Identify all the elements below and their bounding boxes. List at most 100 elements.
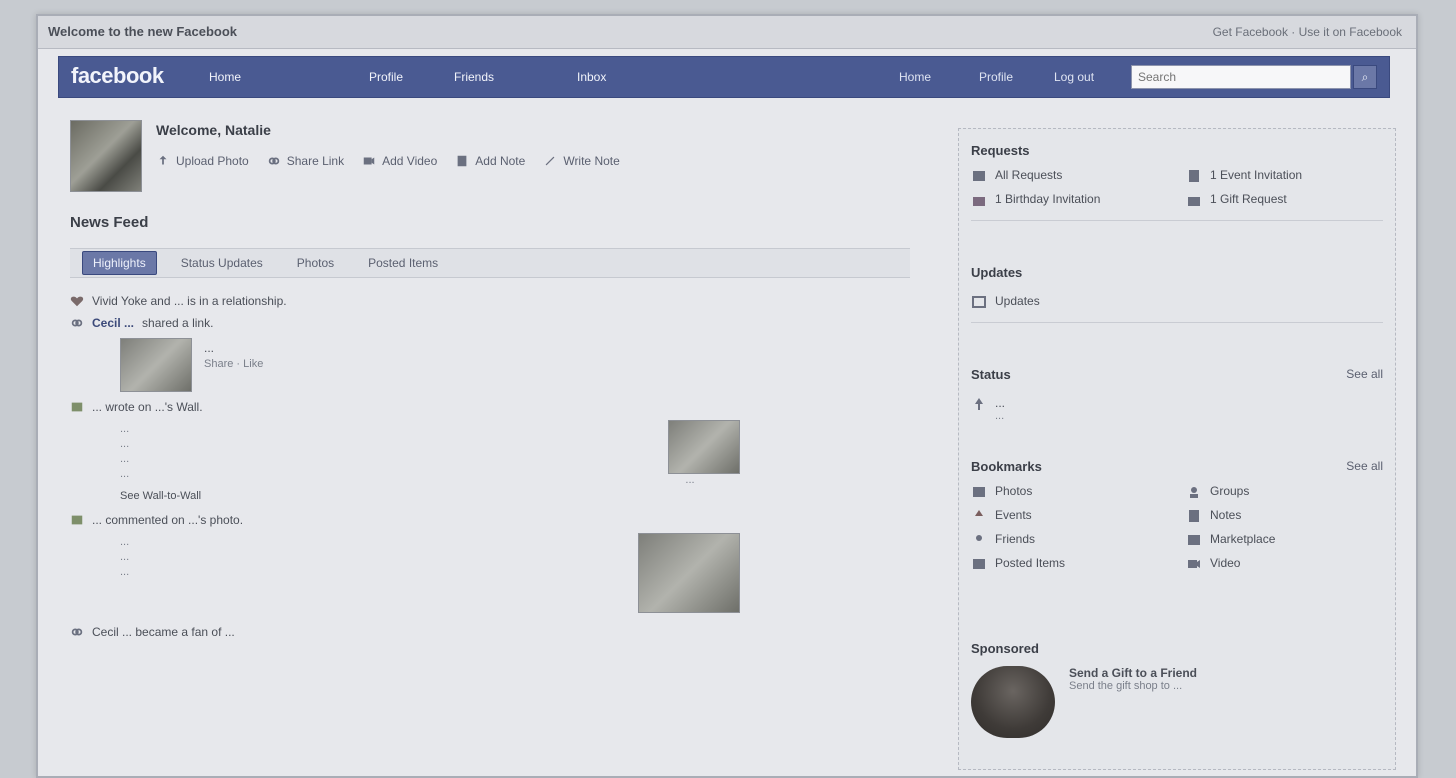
updates-item[interactable]: Updates xyxy=(971,294,1383,310)
window-title: Welcome to the new Facebook xyxy=(48,24,238,39)
story-wall-post: ... wrote on ...'s Wall. ... ... ... ...… xyxy=(70,400,910,505)
status-subtext: ... xyxy=(995,410,1005,422)
nav-link-inbox[interactable]: Inbox xyxy=(577,70,606,84)
story-thumbnail[interactable] xyxy=(120,338,192,392)
preview-line: ... xyxy=(120,536,130,548)
nav-right-profile[interactable]: Profile xyxy=(979,70,1013,84)
preview-line: ... xyxy=(120,438,130,450)
story-text[interactable]: ... commented on ...'s photo. xyxy=(92,513,243,527)
window-title-bar: Welcome to the new Facebook Get Facebook… xyxy=(38,16,1416,49)
wall-thumbnail[interactable] xyxy=(668,420,740,474)
tab-photos[interactable]: Photos xyxy=(287,252,344,274)
bookmarks-section: Bookmarks See all Photos Groups Events N xyxy=(971,459,1383,572)
bookmarks-see-all[interactable]: See all xyxy=(1346,459,1383,473)
story-text[interactable]: Vivid Yoke and ... is in a relationship. xyxy=(92,294,287,308)
request-label: 1 Event Invitation xyxy=(1210,168,1303,182)
bookmark-label: Photos xyxy=(995,484,1033,498)
story-relationship: Vivid Yoke and ... is in a relationship. xyxy=(70,294,910,308)
photo-thumbnail[interactable] xyxy=(638,533,740,613)
status-icon xyxy=(975,398,983,410)
requests-section: Requests All Requests 1 Event Invitation… xyxy=(971,143,1383,221)
bookmark-posted-items[interactable]: Posted Items xyxy=(971,556,1168,572)
search-input[interactable] xyxy=(1131,65,1351,89)
bookmark-groups[interactable]: Groups xyxy=(1186,484,1383,500)
quick-action-label: Add Note xyxy=(475,154,526,168)
quick-action-upload[interactable]: Upload Photo xyxy=(156,154,249,168)
photos-icon xyxy=(973,487,985,497)
bookmark-notes[interactable]: Notes xyxy=(1186,508,1383,524)
requests-grid: All Requests 1 Event Invitation 1 Birthd… xyxy=(971,168,1383,208)
news-feed: Vivid Yoke and ... is in a relationship.… xyxy=(70,286,910,647)
quick-action-label: Write Note xyxy=(563,154,620,168)
tab-status-updates[interactable]: Status Updates xyxy=(171,252,273,274)
status-title: Status xyxy=(971,367,1011,382)
requests-title: Requests xyxy=(971,143,1030,158)
nav-link-profile[interactable]: Profile xyxy=(369,70,403,84)
gift-image[interactable] xyxy=(971,666,1055,738)
request-gift[interactable]: 1 Gift Request xyxy=(1186,192,1383,208)
story-photo-preview: ... ... ... xyxy=(120,533,740,613)
bookmark-label: Video xyxy=(1210,556,1241,570)
photo-preview-text: ... ... ... xyxy=(120,533,500,613)
profile-avatar[interactable] xyxy=(70,120,142,192)
story-actor[interactable]: Cecil ... xyxy=(92,316,134,330)
groups-icon xyxy=(1190,487,1198,498)
request-label: 1 Gift Request xyxy=(1210,192,1287,206)
browser-window: Welcome to the new Facebook Get Facebook… xyxy=(36,14,1418,778)
request-label: 1 Birthday Invitation xyxy=(995,192,1101,206)
story-text[interactable]: Cecil ... became a fan of ... xyxy=(92,625,235,639)
request-all[interactable]: All Requests xyxy=(971,168,1168,184)
nav-right-home[interactable]: Home xyxy=(899,70,931,84)
nav-link-friends[interactable]: Friends xyxy=(454,70,494,84)
quick-action-share-link[interactable]: Share Link xyxy=(267,154,344,168)
quick-action-write-note[interactable]: Write Note xyxy=(543,154,620,168)
story-text[interactable]: ... wrote on ...'s Wall. xyxy=(92,400,203,414)
attachment-title[interactable]: ... xyxy=(204,341,263,355)
notes-icon xyxy=(1189,510,1199,522)
quick-action-add-note[interactable]: Add Note xyxy=(455,154,525,168)
bookmarks-title: Bookmarks xyxy=(971,459,1042,474)
preview-line: ... xyxy=(120,423,130,435)
welcome-text: Welcome, Natalie xyxy=(156,122,271,138)
story-wall-preview: ... ... ... ... See Wall-to-Wall ... xyxy=(120,420,740,505)
bookmark-friends[interactable]: Friends xyxy=(971,532,1168,548)
marketplace-icon xyxy=(1188,535,1200,545)
friends-icon xyxy=(976,535,982,541)
sponsored-body: Send the gift shop to ... xyxy=(1069,680,1183,692)
wall-thumb-block: ... xyxy=(640,420,740,505)
quick-action-add-video[interactable]: Add Video xyxy=(362,154,437,168)
see-wall-to-wall-link[interactable]: See Wall-to-Wall xyxy=(120,490,500,502)
facebook-logo[interactable]: facebook xyxy=(71,63,164,89)
sponsored-headline[interactable]: Send a Gift to a Friend xyxy=(1069,666,1349,680)
events-icon xyxy=(975,510,983,516)
story-fan: Cecil ... became a fan of ... xyxy=(70,625,910,639)
bookmark-label: Marketplace xyxy=(1210,532,1276,546)
bookmark-marketplace[interactable]: Marketplace xyxy=(1186,532,1383,548)
request-label: All Requests xyxy=(995,168,1063,182)
window-title-right: Get Facebook · Use it on Facebook xyxy=(1212,25,1402,39)
status-label: ... xyxy=(995,396,1006,410)
quick-action-label: Add Video xyxy=(382,154,438,168)
tab-highlights[interactable]: Highlights xyxy=(82,251,157,275)
status-item[interactable]: ... ... xyxy=(971,396,1383,422)
photo-icon xyxy=(71,515,83,525)
bookmark-video[interactable]: Video xyxy=(1186,556,1383,572)
bookmark-events[interactable]: Events xyxy=(971,508,1168,524)
status-see-all[interactable]: See all xyxy=(1346,367,1383,381)
link-icon xyxy=(71,319,83,327)
search-button[interactable]: ⌕ xyxy=(1353,65,1377,89)
gift-icon xyxy=(1188,197,1200,206)
request-birthday[interactable]: 1 Birthday Invitation xyxy=(971,192,1168,208)
link-icon xyxy=(71,628,83,636)
nav-right-logout[interactable]: Log out xyxy=(1054,70,1094,84)
nav-link-home[interactable]: Home xyxy=(209,70,241,84)
tab-posted-items[interactable]: Posted Items xyxy=(358,252,448,274)
updates-icon xyxy=(972,296,986,308)
sponsored-title: Sponsored xyxy=(971,641,1039,656)
sidebar-divider xyxy=(971,322,1383,323)
request-event[interactable]: 1 Event Invitation xyxy=(1186,168,1383,184)
link-icon xyxy=(268,157,279,165)
attachment-subtitle: Share · Like xyxy=(204,358,264,370)
write-icon xyxy=(545,156,555,166)
bookmark-photos[interactable]: Photos xyxy=(971,484,1168,500)
